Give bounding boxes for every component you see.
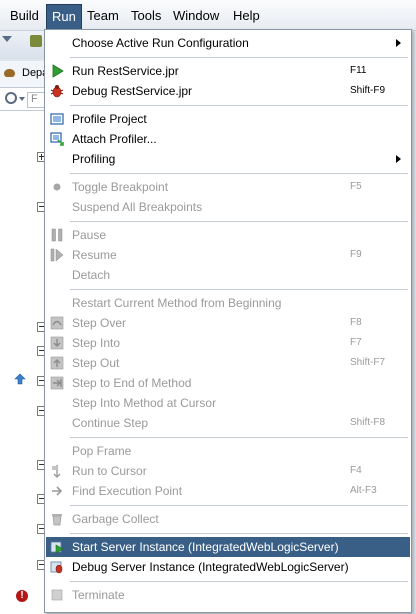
menu-item-choose-active-run-configuration[interactable]: Choose Active Run Configuration — [46, 33, 410, 53]
submenu-arrow-icon — [396, 155, 401, 163]
menu-item-garbage-collect[interactable]: Garbage Collect — [46, 509, 410, 529]
execution-point-icon — [52, 486, 63, 496]
menu-item-toggle-breakpoint[interactable]: Toggle Breakpoint F5 — [46, 177, 410, 197]
application-bean-icon — [4, 69, 15, 77]
menu-item-step-out[interactable]: Step Out Shift-F7 — [46, 353, 410, 373]
menu-help[interactable]: Help — [228, 6, 265, 26]
menu-item-pause[interactable]: Pause — [46, 225, 410, 245]
menu-separator — [70, 105, 408, 106]
attach-profiler-icon — [50, 132, 64, 146]
terminate-icon — [51, 589, 63, 601]
start-server-icon — [50, 541, 64, 554]
run-menu: Choose Active Run Configuration Run Rest… — [44, 29, 412, 613]
error-icon: ! — [16, 590, 28, 602]
toolbar-dropdown-icon[interactable] — [2, 36, 12, 42]
menu-item-attach-profiler[interactable]: Attach Profiler... — [46, 129, 410, 149]
menu-item-step-into-method-at-cursor[interactable]: Step Into Method at Cursor — [46, 393, 410, 413]
menu-separator — [70, 505, 408, 506]
debug-server-icon — [50, 561, 63, 574]
menu-item-debug-project[interactable]: Debug RestService.jpr Shift-F9 — [46, 81, 410, 101]
menu-item-restart-current-method[interactable]: Restart Current Method from Beginning — [46, 293, 410, 313]
menu-item-step-into[interactable]: Step Into F7 — [46, 333, 410, 353]
menu-item-profiling[interactable]: Profiling — [46, 149, 410, 169]
menu-item-run-project[interactable]: Run RestService.jpr F11 — [46, 61, 410, 81]
menu-separator — [70, 221, 408, 222]
menu-item-step-over[interactable]: Step Over F8 — [46, 313, 410, 333]
breakpoint-dot-icon — [53, 183, 61, 191]
run-to-cursor-icon — [52, 465, 61, 478]
resume-icon — [50, 248, 64, 262]
menu-separator — [70, 57, 408, 58]
menu-run[interactable]: Run — [46, 4, 82, 30]
search-dropdown-icon[interactable] — [19, 97, 25, 101]
menu-item-start-server-instance[interactable]: Start Server Instance (IntegratedWebLogi… — [46, 537, 410, 557]
menu-separator — [70, 289, 408, 290]
menu-item-terminate[interactable]: Terminate — [46, 585, 410, 605]
menu-separator — [70, 173, 408, 174]
menu-item-run-to-cursor[interactable]: Run to Cursor F4 — [46, 461, 410, 481]
menu-build[interactable]: Build — [5, 6, 44, 26]
menu-separator — [70, 533, 408, 534]
step-out-icon — [50, 356, 64, 370]
menu-item-profile-project[interactable]: Profile Project — [46, 109, 410, 129]
menu-window[interactable]: Window — [168, 6, 224, 26]
step-to-end-icon — [50, 376, 64, 390]
profile-icon — [50, 113, 64, 125]
step-over-icon — [50, 316, 64, 330]
toolbar-deploy-icon[interactable] — [30, 35, 42, 47]
menu-team[interactable]: Team — [82, 6, 124, 26]
search-icon[interactable] — [5, 92, 17, 104]
menu-tools[interactable]: Tools — [126, 6, 166, 26]
up-arrow-icon — [14, 373, 26, 385]
menu-bar: Build Run Team Tools Window Help — [0, 0, 416, 31]
navigator-tree — [0, 111, 46, 614]
menu-item-pop-frame[interactable]: Pop Frame — [46, 441, 410, 461]
run-icon — [52, 64, 64, 78]
debug-bug-icon — [50, 85, 64, 98]
step-into-icon — [50, 336, 64, 350]
menu-item-find-execution-point[interactable]: Find Execution Point Alt-F3 — [46, 481, 410, 501]
search-placeholder: F — [31, 93, 38, 105]
menu-separator — [70, 581, 408, 582]
menu-separator — [70, 437, 408, 438]
garbage-collect-icon — [52, 514, 62, 526]
menu-item-debug-server-instance[interactable]: Debug Server Instance (IntegratedWebLogi… — [46, 557, 410, 577]
menu-item-step-to-end-of-method[interactable]: Step to End of Method — [46, 373, 410, 393]
menu-item-detach[interactable]: Detach — [46, 265, 410, 285]
menu-item-continue-step[interactable]: Continue Step Shift-F8 — [46, 413, 410, 433]
submenu-arrow-icon — [396, 39, 401, 47]
menu-item-resume[interactable]: Resume F9 — [46, 245, 410, 265]
menu-item-suspend-all-breakpoints[interactable]: Suspend All Breakpoints — [46, 197, 410, 217]
pause-icon — [51, 228, 63, 242]
